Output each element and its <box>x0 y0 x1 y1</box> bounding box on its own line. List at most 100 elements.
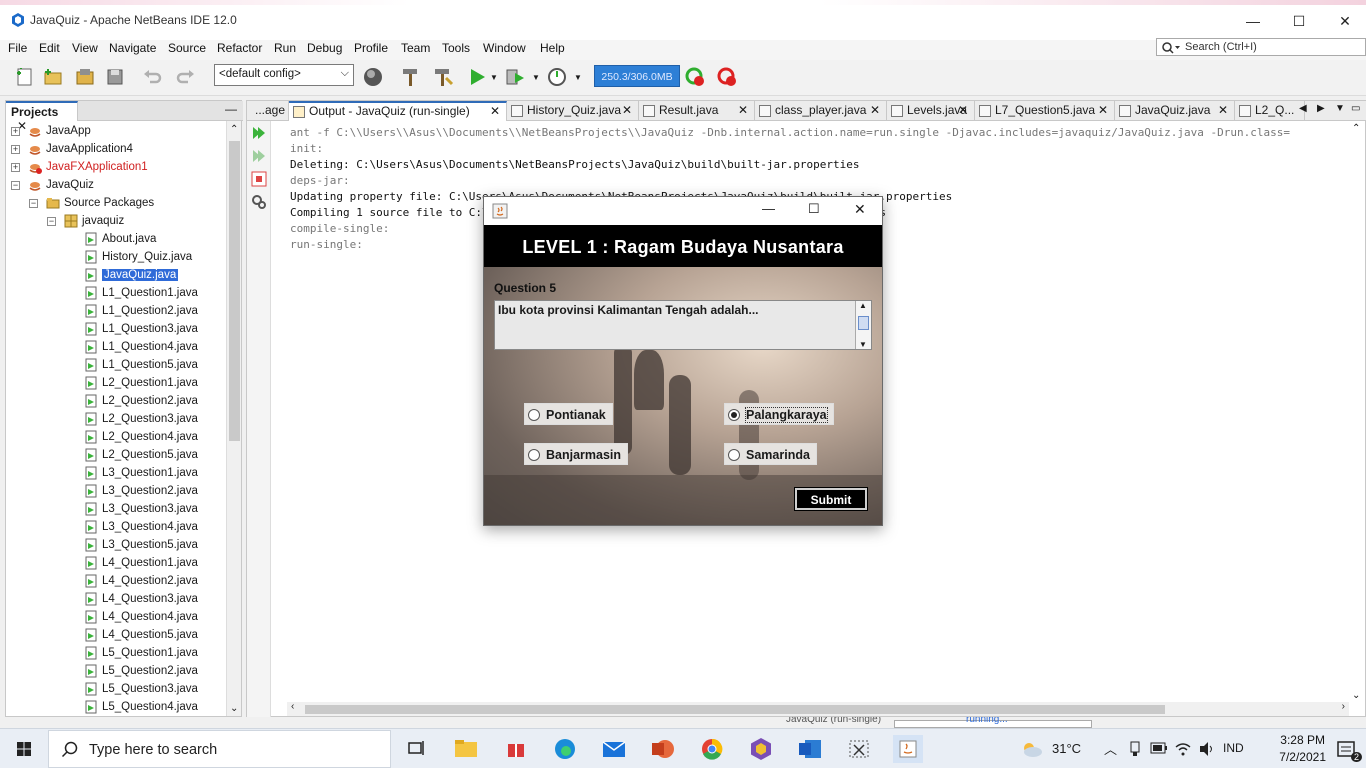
menu-profile[interactable]: Profile <box>354 41 388 55</box>
option-palangkaraya[interactable]: Palangkaraya <box>724 403 834 425</box>
question-text-area[interactable]: Ibu kota provinsi Kalimantan Tengah adal… <box>494 300 872 350</box>
tree-item[interactable]: L1_Question2.java <box>84 302 198 320</box>
edge-browser-icon[interactable] <box>550 735 580 763</box>
close-tab-icon[interactable]: ✕ <box>1098 101 1108 120</box>
settings-gear-icon[interactable] <box>251 194 267 210</box>
tree-item[interactable]: L5_Question1.java <box>84 644 198 662</box>
scroll-up-icon[interactable]: ▲ <box>859 301 867 310</box>
editor-tab[interactable]: ...age <box>251 101 289 121</box>
editor-tab[interactable]: History_Quiz.java ✕ <box>507 101 639 121</box>
tree-item[interactable]: L3_Question2.java <box>84 482 198 500</box>
task-view-icon[interactable] <box>401 735 431 763</box>
close-tab-icon[interactable]: ✕ <box>622 101 632 120</box>
close-tab-icon[interactable]: ✕ <box>870 101 880 120</box>
ide-search-input[interactable]: Search (Ctrl+I) <box>1156 38 1366 56</box>
redo-icon[interactable] <box>174 66 196 88</box>
tree-item[interactable]: L2_Question3.java <box>84 410 198 428</box>
scroll-down-icon[interactable]: ⌄ <box>230 703 238 714</box>
scrollbar-thumb[interactable] <box>229 141 240 441</box>
close-tab-icon[interactable]: ✕ <box>738 101 748 120</box>
editor-tab[interactable]: JavaQuiz.java ✕ <box>1115 101 1235 121</box>
scroll-down-icon[interactable]: ⌄ <box>1352 690 1360 701</box>
debug-project-icon[interactable] <box>504 66 526 88</box>
menu-window[interactable]: Window <box>483 41 526 55</box>
editor-tab[interactable]: L2_Q... <box>1235 101 1305 121</box>
menu-tools[interactable]: Tools <box>442 41 470 55</box>
expand-icon[interactable]: + <box>11 163 20 172</box>
input-language[interactable]: IND <box>1223 741 1244 755</box>
projects-tab[interactable]: Projects ✕ <box>6 101 78 133</box>
java-app-taskbar-icon[interactable] <box>893 735 923 763</box>
taskbar-search-input[interactable]: Type here to search <box>48 730 391 768</box>
submit-button[interactable]: Submit <box>794 487 868 511</box>
tree-item[interactable]: History_Quiz.java <box>84 248 192 266</box>
menu-source[interactable]: Source <box>168 41 206 55</box>
configuration-select[interactable]: <default config> ⌵ <box>214 64 354 86</box>
snipping-tool-icon[interactable] <box>844 735 874 763</box>
menu-refactor[interactable]: Refactor <box>217 41 262 55</box>
usb-device-icon[interactable] <box>1128 741 1142 757</box>
editor-tab[interactable]: Levels.java ✕ <box>887 101 975 121</box>
minimize-window-button[interactable]: — <box>1230 8 1276 34</box>
close-tab-icon[interactable]: ✕ <box>958 101 968 120</box>
menu-help[interactable]: Help <box>540 41 565 55</box>
profile-dropdown-icon[interactable]: ▼ <box>574 73 582 82</box>
close-window-button[interactable]: ✕ <box>1322 8 1366 34</box>
close-tab-icon[interactable]: ✕ <box>490 103 500 120</box>
menu-debug[interactable]: Debug <box>307 41 342 55</box>
dialog-minimize-button[interactable]: — <box>762 201 775 216</box>
globe-icon[interactable] <box>362 66 384 88</box>
menu-navigate[interactable]: Navigate <box>109 41 156 55</box>
tree-item[interactable]: L4_Question2.java <box>84 572 198 590</box>
tree-item[interactable]: L2_Question2.java <box>84 392 198 410</box>
menu-file[interactable]: File <box>8 41 27 55</box>
option-pontianak[interactable]: Pontianak <box>524 403 613 425</box>
tree-item[interactable]: JavaQuiz <box>28 176 94 194</box>
tree-item[interactable]: L4_Question1.java <box>84 554 198 572</box>
chevron-up-icon[interactable]: ︿ <box>1104 739 1117 758</box>
editor-tab[interactable]: Output - JavaQuiz (run-single) ✕ <box>289 101 507 121</box>
tree-item[interactable]: L5_Question4.java <box>84 698 198 716</box>
wifi-icon[interactable] <box>1174 741 1192 757</box>
collapse-icon[interactable]: − <box>11 181 20 190</box>
chrome-icon[interactable] <box>697 735 727 763</box>
tab-scroll-left-icon[interactable]: ◀ <box>1299 103 1307 114</box>
maximize-panel-icon[interactable]: ▭ <box>1351 103 1360 114</box>
windows-start-icon[interactable] <box>0 729 48 768</box>
tree-item[interactable]: L1_Question4.java <box>84 338 198 356</box>
expand-icon[interactable]: + <box>11 127 20 136</box>
tree-item[interactable]: Source Packages <box>46 194 154 212</box>
projects-scrollbar[interactable]: ⌃ ⌄ <box>226 121 241 716</box>
tree-item[interactable]: L3_Question4.java <box>84 518 198 536</box>
tree-item[interactable]: JavaQuiz.java <box>84 266 179 284</box>
new-file-icon[interactable] <box>14 66 36 88</box>
profile-project-icon[interactable] <box>546 66 568 88</box>
tree-item[interactable]: L4_Question5.java <box>84 626 198 644</box>
menu-edit[interactable]: Edit <box>39 41 60 55</box>
tree-item[interactable]: L5_Question2.java <box>84 662 198 680</box>
gc-icon[interactable] <box>684 66 706 88</box>
tree-item[interactable]: JavaApplication4 <box>28 140 133 158</box>
volume-icon[interactable] <box>1198 741 1216 757</box>
output-vertical-scrollbar[interactable]: ⌃ ⌄ <box>1349 121 1365 701</box>
open-project-icon[interactable] <box>74 66 96 88</box>
radio-icon[interactable] <box>728 448 740 461</box>
tree-item[interactable]: L4_Question4.java <box>84 608 198 626</box>
editor-tab[interactable]: class_player.java ✕ <box>755 101 887 121</box>
run-project-icon[interactable] <box>466 66 488 88</box>
tree-item[interactable]: javaquiz <box>64 212 124 230</box>
maximize-window-button[interactable]: ☐ <box>1276 8 1322 34</box>
tab-list-icon[interactable]: ▼ <box>1335 103 1345 114</box>
tree-item[interactable]: About.java <box>84 230 156 248</box>
tree-item[interactable]: L2_Question4.java <box>84 428 198 446</box>
tab-scroll-right-icon[interactable]: ▶ <box>1317 103 1325 114</box>
debug-dropdown-icon[interactable]: ▼ <box>532 73 540 82</box>
weather-cloud-icon[interactable] <box>1020 739 1044 759</box>
tree-item[interactable]: L4_Question3.java <box>84 590 198 608</box>
rerun-with-params-icon[interactable] <box>251 148 267 164</box>
tree-item[interactable]: JavaFXApplication1 <box>28 158 148 176</box>
battery-icon[interactable] <box>1150 742 1168 754</box>
scroll-down-icon[interactable]: ▼ <box>859 340 867 349</box>
mail-icon[interactable] <box>599 735 629 763</box>
scrollbar-thumb[interactable] <box>305 705 1165 714</box>
